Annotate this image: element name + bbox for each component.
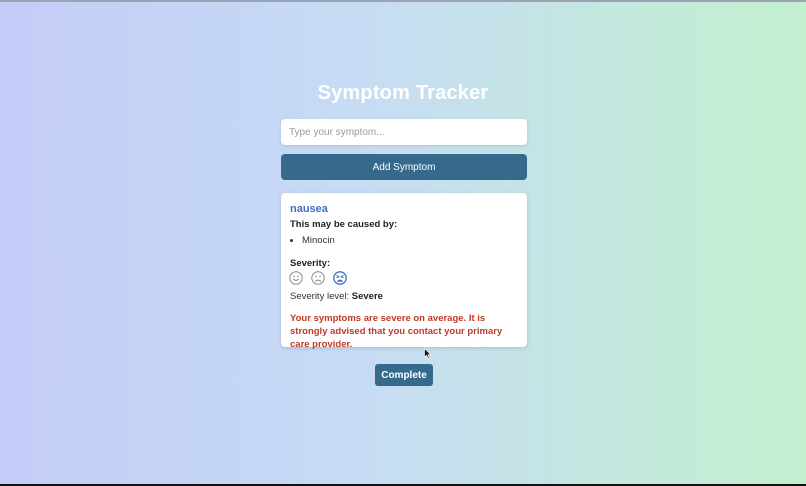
- complete-button[interactable]: Complete: [375, 364, 433, 386]
- symptom-name: nausea: [290, 203, 328, 215]
- severity-warning: Your symptoms are severe on average. It …: [290, 313, 503, 350]
- severity-label: Severity:: [290, 258, 331, 269]
- symptom-input[interactable]: [281, 119, 527, 145]
- mouse-cursor-icon: [424, 348, 432, 359]
- symptom-card: nausea This may be caused by: Minocin Se…: [281, 193, 527, 350]
- smile-face-icon[interactable]: [289, 271, 303, 285]
- window-top-edge: [0, 0, 806, 2]
- distressed-face-icon[interactable]: [333, 271, 347, 285]
- cause-list: Minocin: [290, 235, 335, 246]
- page-title: Symptom Tracker: [317, 82, 489, 104]
- add-symptom-button[interactable]: Add Symptom: [281, 154, 527, 180]
- caused-by-label: This may be caused by:: [290, 219, 398, 230]
- frown-face-icon[interactable]: [311, 271, 325, 285]
- severity-level-label: Severity level:: [290, 291, 350, 302]
- severity-level: Severity level: Severe: [290, 291, 383, 302]
- severity-level-value: Severe: [351, 291, 383, 302]
- list-item: Minocin: [302, 235, 335, 246]
- severity-selector: [289, 271, 347, 285]
